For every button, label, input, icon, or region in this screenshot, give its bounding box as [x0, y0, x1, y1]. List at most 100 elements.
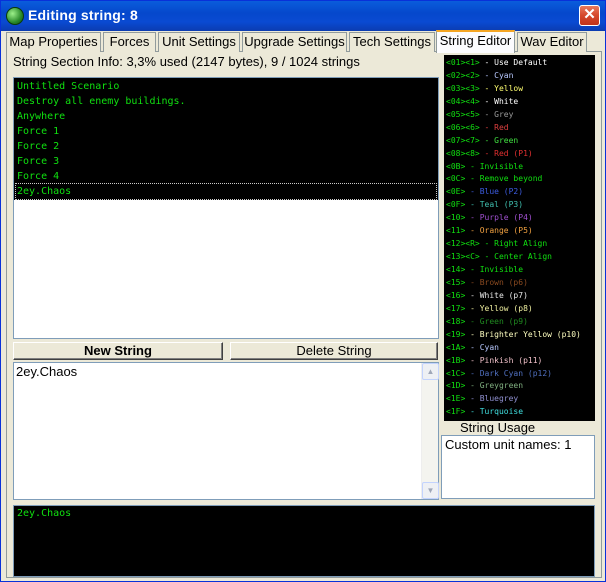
color-code: <05><5> [446, 109, 480, 119]
tab-string-editor[interactable]: String Editor [436, 30, 515, 53]
color-code: <0E> [446, 187, 466, 197]
color-code: <06><6> [446, 122, 480, 132]
scroll-up-icon[interactable]: ▲ [422, 363, 439, 380]
color-code-list: <01><1> - Use Default <02><2> - Cyan <03><… [444, 55, 595, 421]
color-code-label: - Bluegrey [465, 394, 519, 404]
color-code-row: <12><R> - Right Align [446, 237, 593, 250]
string-usage-text: Custom unit names: 1 [445, 437, 572, 452]
string-edit-field[interactable]: 2ey.Chaos ▲ ▼ [13, 362, 439, 500]
string-usage-box: Custom unit names: 1 [441, 435, 595, 499]
color-code-row: <06><6> - Red [446, 121, 593, 134]
string-edit-value: 2ey.Chaos [16, 364, 78, 379]
color-code-row: <1D> - Greygreen [446, 379, 593, 392]
color-code-label: - Invisible [465, 265, 524, 274]
color-code: <14> [446, 265, 466, 274]
color-code-label: - Dark Cyan (p12) [465, 368, 552, 378]
string-list-item[interactable]: Anywhere [16, 109, 436, 124]
color-code-row: <13><C> - Center Align [446, 250, 593, 263]
tab-tech-settings[interactable]: Tech Settings [349, 32, 435, 52]
color-code-label: - Green (p9) [465, 316, 528, 326]
color-code: <01><1> [446, 58, 480, 67]
color-code-row: <02><2> - Cyan [446, 69, 593, 82]
color-code: <02><2> [446, 70, 480, 80]
string-list-item[interactable]: Force 3 [16, 154, 436, 169]
color-code-row: <1C> - Dark Cyan (p12) [446, 367, 593, 380]
color-code-label: - Orange (P5) [465, 226, 533, 236]
color-code: <17> [446, 303, 466, 313]
color-code-label: - Blue (P2) [465, 187, 524, 197]
string-list-item[interactable]: Untitled Scenario [16, 79, 436, 94]
color-code-row: <0B> - Invisible [446, 160, 593, 173]
color-code: <08><8> [446, 148, 480, 158]
color-code-row: <05><5> - Grey [446, 108, 593, 121]
color-code: <12><R> [446, 239, 480, 249]
color-code-label: - Green [479, 135, 519, 145]
color-code-label: - White (p7) [465, 290, 528, 300]
color-code-label: - Yellow (p8) [465, 303, 533, 313]
tab-forces[interactable]: Forces [103, 32, 156, 52]
color-code-label: - Grey [479, 109, 514, 119]
string-list-item[interactable]: Force 1 [16, 124, 436, 139]
string-list-item-selected[interactable]: 2ey.Chaos [15, 183, 437, 200]
color-code-label: - Turquoise [465, 407, 524, 417]
color-code-row: <0E> - Blue (P2) [446, 185, 593, 198]
edit-scrollbar[interactable]: ▲ ▼ [421, 363, 439, 499]
tab-map-properties[interactable]: Map Properties [6, 32, 101, 52]
color-code-label: - Cyan [465, 342, 499, 352]
color-code-label: - Purple (P4) [465, 213, 533, 223]
color-code-row: <04><4> - White [446, 95, 593, 108]
color-code: <1B> [446, 355, 466, 365]
scroll-down-icon[interactable]: ▼ [422, 482, 439, 499]
window-title: Editing string: 8 [28, 7, 138, 23]
string-preview: 2ey.Chaos [13, 505, 595, 577]
color-code-label: - Pinkish (p11) [465, 355, 543, 365]
color-code: <1D> [446, 381, 466, 391]
color-code-label: - Right Align [479, 239, 548, 249]
editor-window: Editing string: 8 ✕ Map Properties Force… [0, 0, 606, 582]
color-code-row: <11> - Orange (P5) [446, 224, 593, 237]
color-code-label: - Remove beyond [465, 174, 543, 184]
color-code-row: <14> - Invisible [446, 263, 593, 276]
color-code: <0F> [446, 200, 466, 210]
color-code-label: - Yellow [479, 83, 524, 93]
color-code-row: <03><3> - Yellow [446, 82, 593, 95]
color-code-row: <19> - Brighter Yellow (p10) [446, 328, 593, 341]
color-code-label: - Invisible [465, 161, 524, 171]
delete-string-button[interactable]: Delete String [230, 342, 438, 360]
color-code-label: - Cyan [479, 70, 514, 80]
color-code-row: <1B> - Pinkish (p11) [446, 354, 593, 367]
new-string-button[interactable]: New String [13, 342, 223, 360]
close-button[interactable]: ✕ [579, 5, 600, 26]
string-list[interactable]: Untitled Scenario Destroy all enemy buil… [13, 77, 439, 339]
color-code: <04><4> [446, 96, 480, 106]
color-code-row: <17> - Yellow (p8) [446, 302, 593, 315]
string-section-info: String Section Info: 3,3% used (2147 byt… [13, 54, 360, 69]
color-code-label: - Center Align [479, 252, 552, 262]
string-preview-text: 2ey.Chaos [17, 508, 72, 519]
color-code-row: <08><8> - Red (P1) [446, 147, 593, 160]
color-code-row: <18> - Green (p9) [446, 315, 593, 328]
color-code: <18> [446, 316, 466, 326]
color-code-row: <0F> - Teal (P3) [446, 198, 593, 211]
title-bar[interactable]: Editing string: 8 ✕ [1, 1, 605, 31]
color-code: <19> [446, 329, 466, 339]
tab-unit-settings[interactable]: Unit Settings [158, 32, 240, 52]
tab-wav-editor[interactable]: Wav Editor [517, 32, 587, 52]
color-code: <03><3> [446, 83, 480, 93]
color-code: <11> [446, 226, 466, 236]
app-icon [6, 7, 24, 25]
color-code-row: <16> - White (p7) [446, 289, 593, 302]
color-code-row: <07><7> - Green [446, 134, 593, 147]
color-code: <15> [446, 277, 466, 287]
color-code-label: - Red [479, 122, 509, 132]
string-list-item[interactable]: Force 2 [16, 139, 436, 154]
string-list-item[interactable]: Destroy all enemy buildings. [16, 94, 436, 109]
color-code-label: - Use Default [479, 58, 548, 67]
color-code-row: <1E> - Bluegrey [446, 392, 593, 405]
color-code: <0B> [446, 161, 466, 171]
string-usage-label: String Usage [460, 420, 536, 435]
string-list-item[interactable]: Force 4 [16, 169, 436, 184]
color-code: <10> [446, 213, 466, 223]
color-code-label: - Brown (p6) [465, 277, 528, 287]
tab-upgrade-settings[interactable]: Upgrade Settings [242, 32, 347, 52]
